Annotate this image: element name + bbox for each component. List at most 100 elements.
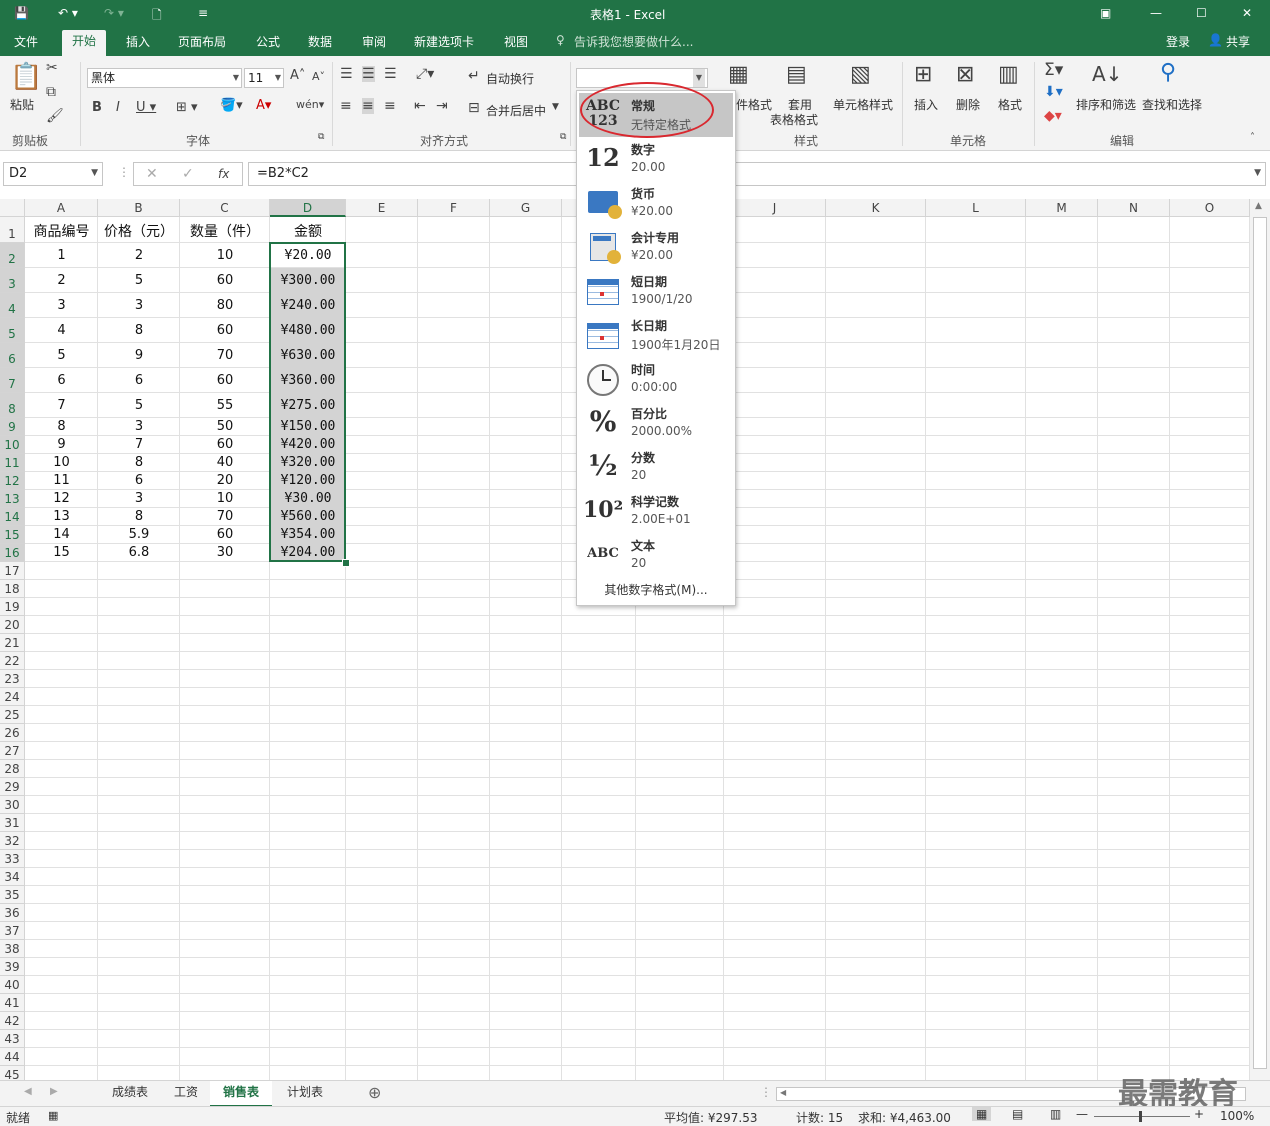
number-format-option[interactable]: 短日期 1900/1/20: [579, 269, 733, 313]
row-header[interactable]: 44: [0, 1048, 25, 1066]
row-header[interactable]: 32: [0, 832, 25, 850]
sheet-tab-sales[interactable]: 销售表: [210, 1081, 272, 1107]
tab-insert[interactable]: 插入: [126, 33, 150, 50]
row-header[interactable]: 31: [0, 814, 25, 832]
format-as-table-label2[interactable]: 表格格式: [770, 111, 818, 128]
row-header[interactable]: 33: [0, 850, 25, 868]
amount-cell[interactable]: ¥20.00: [270, 248, 346, 263]
data-cell[interactable]: 40: [180, 455, 270, 470]
increase-indent-icon[interactable]: ⇥: [436, 98, 448, 114]
sort-filter-icon[interactable]: A↓: [1092, 62, 1122, 86]
prev-sheet-icon[interactable]: ◀: [24, 1086, 32, 1097]
data-cell[interactable]: 2: [98, 248, 180, 263]
row-header[interactable]: 7: [0, 368, 25, 393]
cell-styles-button[interactable]: 单元格样式: [833, 96, 893, 113]
save-icon[interactable]: 💾: [14, 6, 29, 20]
font-dialog-launcher-icon[interactable]: ⧉: [318, 132, 324, 142]
data-cell[interactable]: 3: [98, 491, 180, 506]
row-header[interactable]: 2: [0, 243, 25, 268]
column-header-j[interactable]: J: [724, 199, 826, 217]
data-cell[interactable]: 20: [180, 473, 270, 488]
autosum-icon[interactable]: Σ▾: [1044, 60, 1063, 80]
data-cell[interactable]: 5.9: [98, 527, 180, 542]
data-cell[interactable]: 5: [25, 348, 98, 363]
number-format-option[interactable]: ½ 分数 20: [579, 445, 733, 489]
row-header[interactable]: 36: [0, 904, 25, 922]
ribbon-display-icon[interactable]: ▣: [1100, 6, 1111, 20]
tab-new[interactable]: 新建选项卡: [414, 33, 474, 50]
row-header[interactable]: 1: [0, 217, 25, 243]
row-header[interactable]: 35: [0, 886, 25, 904]
row-header[interactable]: 45: [0, 1066, 25, 1080]
data-cell[interactable]: 60: [180, 323, 270, 338]
row-header[interactable]: 42: [0, 1012, 25, 1030]
close-icon[interactable]: ✕: [1242, 6, 1252, 20]
normal-view-icon[interactable]: ▦: [972, 1107, 992, 1121]
number-format-option[interactable]: 10² 科学记数 2.00E+01: [579, 489, 733, 533]
fill-icon[interactable]: ⬇▾: [1044, 84, 1063, 100]
underline-icon[interactable]: U ▾: [136, 100, 156, 115]
number-format-option[interactable]: 12 数字 20.00: [579, 137, 733, 181]
data-cell[interactable]: 70: [180, 348, 270, 363]
vertical-scrollbar[interactable]: ▲: [1250, 199, 1270, 1080]
find-select-icon[interactable]: ⚲: [1160, 60, 1176, 85]
redo-icon[interactable]: ↷ ▾: [104, 6, 124, 20]
clear-icon[interactable]: ◆▾: [1044, 108, 1062, 124]
row-header[interactable]: 20: [0, 616, 25, 634]
column-header-f[interactable]: F: [418, 199, 490, 217]
data-cell[interactable]: 1: [25, 248, 98, 263]
row-header[interactable]: 34: [0, 868, 25, 886]
shrink-font-icon[interactable]: A˅: [312, 70, 325, 83]
merge-center-icon[interactable]: ⊟: [468, 100, 480, 116]
align-top-icon[interactable]: ☰: [340, 66, 353, 82]
data-cell[interactable]: 6.8: [98, 545, 180, 560]
data-cell[interactable]: 8: [25, 419, 98, 434]
border-icon[interactable]: ⊞ ▾: [176, 100, 198, 115]
column-header-l[interactable]: L: [926, 199, 1026, 217]
insert-cells-button[interactable]: 插入: [914, 96, 938, 113]
number-format-option[interactable]: 会计专用 ¥20.00: [579, 225, 733, 269]
amount-cell[interactable]: ¥480.00: [270, 323, 346, 338]
data-cell[interactable]: 13: [25, 509, 98, 524]
data-cell[interactable]: 14: [25, 527, 98, 542]
align-middle-icon[interactable]: ☰: [362, 66, 375, 82]
tab-review[interactable]: 审阅: [362, 33, 386, 50]
sheet-tab-plan[interactable]: 计划表: [274, 1081, 336, 1105]
merge-center-button[interactable]: 合并后居中: [486, 102, 546, 119]
data-cell[interactable]: 60: [180, 527, 270, 542]
tab-page-layout[interactable]: 页面布局: [178, 33, 226, 50]
scroll-left-icon[interactable]: ◀: [780, 1088, 786, 1097]
grow-font-icon[interactable]: A˄: [290, 68, 305, 83]
paste-label[interactable]: 粘贴: [10, 96, 34, 113]
row-header[interactable]: 6: [0, 343, 25, 368]
zoom-slider-thumb[interactable]: [1139, 1111, 1142, 1122]
conditional-format-icon[interactable]: ▦: [728, 62, 749, 87]
amount-cell[interactable]: ¥300.00: [270, 273, 346, 288]
undo-icon[interactable]: ↶ ▾: [58, 6, 78, 20]
column-header-n[interactable]: N: [1098, 199, 1170, 217]
format-painter-icon[interactable]: 🖌: [46, 108, 64, 124]
align-center-icon[interactable]: ≡: [362, 98, 374, 114]
macro-record-icon[interactable]: ▦: [48, 1109, 58, 1122]
row-header[interactable]: 12: [0, 472, 25, 490]
data-cell[interactable]: 4: [25, 323, 98, 338]
delete-cells-button[interactable]: 删除: [956, 96, 980, 113]
row-header[interactable]: 39: [0, 958, 25, 976]
column-header-g[interactable]: G: [490, 199, 562, 217]
amount-cell[interactable]: ¥560.00: [270, 509, 346, 524]
row-header[interactable]: 21: [0, 634, 25, 652]
orientation-icon[interactable]: ⤢▾: [416, 66, 434, 82]
row-header[interactable]: 9: [0, 418, 25, 436]
tell-me-input[interactable]: 告诉我您想要做什么...: [574, 33, 693, 50]
copy-icon[interactable]: ⧉: [46, 84, 56, 100]
row-header[interactable]: 28: [0, 760, 25, 778]
bold-icon[interactable]: B: [92, 100, 102, 115]
maximize-icon[interactable]: ☐: [1196, 6, 1207, 20]
column-header-m[interactable]: M: [1026, 199, 1098, 217]
data-cell[interactable]: 60: [180, 273, 270, 288]
amount-cell[interactable]: ¥120.00: [270, 473, 346, 488]
find-select-button[interactable]: 查找和选择: [1142, 96, 1202, 113]
row-header[interactable]: 11: [0, 454, 25, 472]
row-header[interactable]: 25: [0, 706, 25, 724]
conditional-format-button[interactable]: 件格式: [736, 96, 772, 113]
